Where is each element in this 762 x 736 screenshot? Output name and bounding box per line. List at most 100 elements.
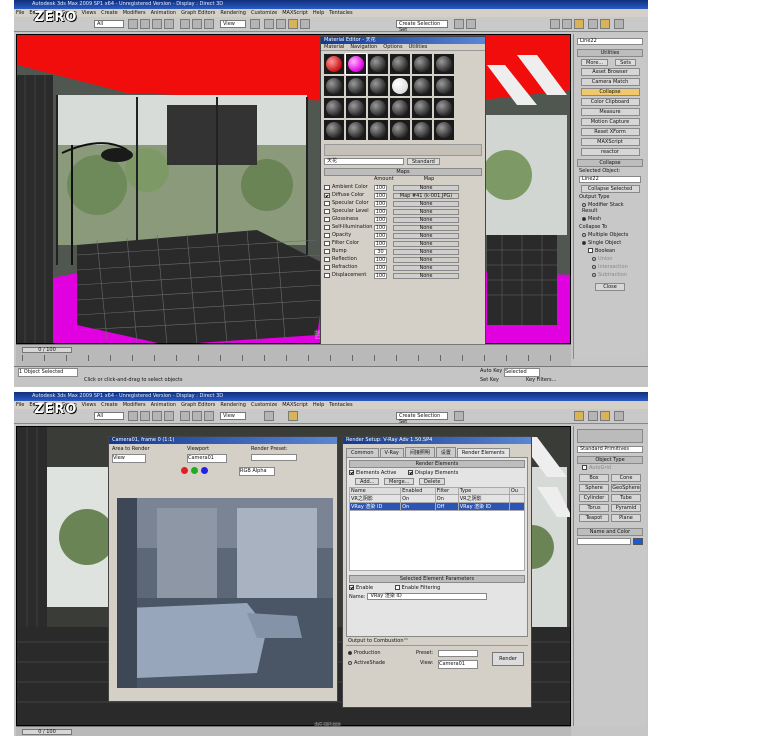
rotate-icon[interactable] <box>192 19 202 29</box>
activeshade-radio[interactable]: ActiveShade <box>348 660 385 667</box>
snap-toggle-icon[interactable] <box>264 19 274 29</box>
collapse-rollout-header[interactable]: Collapse <box>577 159 643 167</box>
menu-rendering[interactable]: Rendering <box>220 10 246 16</box>
material-slot[interactable] <box>324 76 344 96</box>
render-tab[interactable]: 设置 <box>435 447 456 457</box>
menu-graph-editors[interactable]: Graph Editors <box>181 402 215 408</box>
menu-modifiers[interactable]: Modifiers <box>123 402 146 408</box>
channel-display-dropdown[interactable]: RGB Alpha <box>239 467 275 476</box>
map-amount-spinner[interactable]: 100 <box>374 273 387 279</box>
primitive-cylinder-button[interactable]: Cylinder <box>579 494 609 502</box>
material-slot[interactable] <box>390 120 410 140</box>
elements-col-header[interactable]: Ou <box>508 487 526 495</box>
primitive-geosphere-button[interactable]: GeoSphere <box>611 484 641 492</box>
utility-camera-match-button[interactable]: Camera Match <box>580 78 640 86</box>
render-setup-icon[interactable] <box>588 411 598 421</box>
map-enable-check[interactable] <box>324 209 330 214</box>
curve-editor-icon[interactable] <box>550 19 560 29</box>
map-amount-spinner[interactable]: 30 <box>374 249 387 255</box>
bottom-timeline[interactable]: 0 / 100 <box>16 726 571 736</box>
map-slot-button[interactable]: None <box>393 201 459 207</box>
rect-selection-icon[interactable] <box>152 19 162 29</box>
map-amount-spinner[interactable]: 100 <box>374 225 387 231</box>
menu-tentacles[interactable]: Tentacles <box>329 10 352 16</box>
material-name-field[interactable]: 天花 <box>324 158 404 165</box>
menu-customize[interactable]: Customize <box>251 10 277 16</box>
material-menu-material[interactable]: Material <box>324 44 344 50</box>
merge-element-button[interactable]: Merge... <box>384 478 415 485</box>
render-element-row[interactable]: VR之阴影 On On VR之阴影 <box>348 494 526 503</box>
snap-toggle-icon[interactable] <box>264 411 274 421</box>
mirror-icon[interactable] <box>454 19 464 29</box>
map-slot-button[interactable]: None <box>393 265 459 271</box>
menu-modifiers[interactable]: Modifiers <box>123 10 146 16</box>
union-radio[interactable]: Union <box>574 255 646 263</box>
primitive-sphere-button[interactable]: Sphere <box>579 484 609 492</box>
angle-snap-icon[interactable] <box>276 19 286 29</box>
top-named-selection-set[interactable]: Create Selection Set <box>396 20 448 33</box>
window-crossing-icon[interactable] <box>164 19 174 29</box>
top-selection-filter-dropdown[interactable]: All <box>94 20 124 28</box>
percent-snap-icon[interactable] <box>288 19 298 29</box>
rotate-icon[interactable] <box>192 411 202 421</box>
material-editor-icon[interactable] <box>574 19 584 29</box>
material-editor-icon[interactable] <box>574 411 584 421</box>
rect-selection-icon[interactable] <box>152 411 162 421</box>
material-slot[interactable] <box>434 54 454 74</box>
primitives-dropdown[interactable]: Standard Primitives <box>577 446 643 453</box>
primitive-box-button[interactable]: Box <box>579 474 609 482</box>
move-icon[interactable] <box>180 411 190 421</box>
window-crossing-icon[interactable] <box>164 411 174 421</box>
name-color-header[interactable]: Name and Color <box>577 528 643 536</box>
menu-file[interactable]: File <box>16 402 24 408</box>
utility-asset-browser-button[interactable]: Asset Browser <box>580 68 640 76</box>
map-enable-check[interactable] <box>324 225 330 230</box>
select-object-icon[interactable] <box>128 411 138 421</box>
map-amount-spinner[interactable]: 100 <box>374 241 387 247</box>
map-enable-check[interactable] <box>324 273 330 278</box>
schematic-view-icon[interactable] <box>562 19 572 29</box>
utilities-rollout-header[interactable]: Utilities <box>577 49 643 57</box>
map-slot-button[interactable]: None <box>393 233 459 239</box>
map-slot-button[interactable]: None <box>393 217 459 223</box>
map-enable-check[interactable] <box>324 193 330 198</box>
maps-rollout-header[interactable]: Maps <box>324 168 482 176</box>
material-slot[interactable] <box>390 54 410 74</box>
material-menu-navigation[interactable]: Navigation <box>350 44 377 50</box>
utility-reactor-button[interactable]: reactor <box>580 148 640 156</box>
boolean-check[interactable]: Boolean <box>574 247 646 255</box>
render-tab[interactable]: Render Elements <box>456 448 510 457</box>
material-slot[interactable] <box>368 98 388 118</box>
render-setup-icon[interactable] <box>588 19 598 29</box>
preset-dropdown[interactable] <box>438 650 478 657</box>
menu-rendering[interactable]: Rendering <box>220 402 246 408</box>
render-tab[interactable]: V-Ray <box>379 448 404 457</box>
elements-col-header[interactable]: Name <box>348 487 402 495</box>
enable-check[interactable]: Enable <box>349 585 373 591</box>
mirror-icon[interactable] <box>454 411 464 421</box>
elements-col-header[interactable]: Filter <box>434 487 459 495</box>
map-amount-spinner[interactable]: 100 <box>374 217 387 223</box>
object-type-header[interactable]: Object Type <box>577 456 643 464</box>
map-amount-spinner[interactable]: 100 <box>374 257 387 263</box>
render-button[interactable]: Render <box>492 652 524 666</box>
material-slot[interactable] <box>324 54 344 74</box>
bottom-time-slider[interactable]: 0 / 100 <box>22 729 72 735</box>
time-slider[interactable]: 0 / 100 <box>22 347 72 353</box>
map-amount-spinner[interactable]: 100 <box>374 265 387 271</box>
move-icon[interactable] <box>180 19 190 29</box>
menu-tentacles[interactable]: Tentacles <box>329 402 352 408</box>
select-object-icon[interactable] <box>128 19 138 29</box>
material-slot[interactable] <box>368 54 388 74</box>
scale-icon[interactable] <box>204 411 214 421</box>
auto-key-button[interactable]: Auto Key <box>480 368 502 375</box>
delete-element-button[interactable]: Delete <box>419 478 446 485</box>
more-button[interactable]: More... <box>581 59 609 66</box>
element-name-field[interactable]: VRay 渲染 ID <box>367 593 488 600</box>
utility-measure-button[interactable]: Measure <box>580 108 640 116</box>
menu-graph-editors[interactable]: Graph Editors <box>181 10 215 16</box>
select-by-name-icon[interactable] <box>140 19 150 29</box>
material-slot[interactable] <box>434 76 454 96</box>
map-amount-spinner[interactable]: 100 <box>374 209 387 215</box>
mesh-radio[interactable]: Mesh <box>574 215 646 223</box>
